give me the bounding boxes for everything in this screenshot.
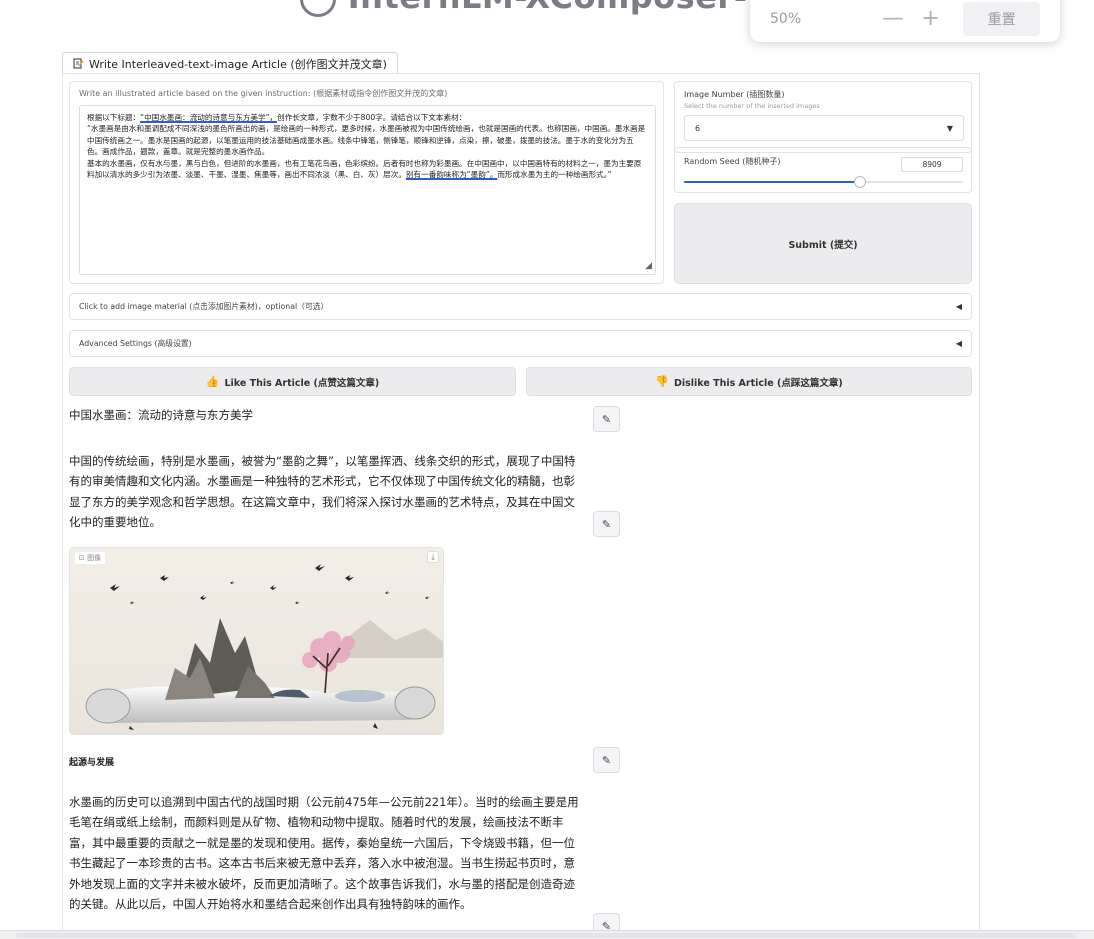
advanced-settings-accordion[interactable]: Advanced Settings (高级设置) ◀ [69,330,972,357]
edit-document-icon [73,58,84,69]
pencil-icon: ✎ [601,412,612,426]
horizontal-scrollbar[interactable] [0,930,1094,939]
like-button[interactable]: 👍 Like This Article (点赞这篇文章) [69,367,516,396]
submit-button[interactable]: Submit (提交) [674,203,972,284]
section-heading: 起源与发展 [69,758,115,768]
like-label: Like This Article (点赞这篇文章) [224,377,380,389]
image-number-value: 6 [695,123,701,133]
zoom-level: 50% [770,11,802,27]
edit-intro-button[interactable]: ✎ [593,511,620,537]
thumbs-down-icon: 👎 [655,375,669,388]
triangle-left-icon: ◀ [955,302,962,311]
instruction-subtitle-highlight: 流动的诗意与东方美学”， [189,113,278,122]
ink-landscape-painting [70,548,443,734]
advanced-settings-label: Advanced Settings (高级设置) [79,339,192,348]
article-image: ⊡ 图像 ⤓ [69,547,444,735]
scrollbar-thumb[interactable] [16,933,1076,938]
pencil-icon: ✎ [601,517,612,531]
image-icon: ⊡ [79,554,85,562]
instruction-body-3: 而形成水墨为主的一种绘画形式。” [497,170,612,180]
article-intro: 中国的传统绘画，特别是水墨画，被誉为“墨韵之舞”，以笔墨挥洒、线条交织的形式，展… [69,454,576,530]
instruction-panel: Write an illustrated article based on th… [69,81,664,284]
dislike-label: Dislike This Article (点踩这篇文章) [673,377,843,389]
random-seed-input[interactable]: 8909 [901,157,963,172]
edit-section-heading-button[interactable]: ✎ [593,747,620,773]
zoom-out-button[interactable]: — [880,6,906,31]
tab-label: Write Interleaved-text-image Article (创作… [89,57,387,71]
pencil-icon: ✎ [601,753,612,767]
edit-title-button[interactable]: ✎ [593,406,620,432]
download-icon[interactable]: ⤓ [427,551,439,563]
dislike-button[interactable]: 👎 Dislike This Article (点踩这篇文章) [526,367,972,396]
image-number-dropdown[interactable]: 6 ▼ [684,115,964,141]
zoom-in-button[interactable]: + [918,6,944,31]
app-title-text: InternLM-XComposer-2 [348,0,770,16]
article-title: 中国水墨画：流动的诗意与东方美学 [69,408,253,422]
random-seed-panel: Random Seed (随机种子) 8909 [674,147,972,193]
instruction-body-2-highlight: 别有一番韵味称为“墨韵”。 [405,170,498,180]
slider-thumb[interactable] [853,176,866,188]
tab-write-article[interactable]: Write Interleaved-text-image Article (创作… [62,52,398,74]
app-title: InternLM-XComposer-2 [0,0,800,17]
instruction-label: Write an illustrated article based on th… [79,89,448,98]
instruction-textarea[interactable]: 根据以下标题：“中国水墨画：流动的诗意与东方美学”，创作长文章，字数不少于800… [79,105,656,275]
instruction-after-title: 创作长文章，字数不少于800字。请结合以下文本素材： [277,113,467,122]
instruction-title-highlight: “中国水墨画： [140,113,190,122]
thumbs-up-icon: 👍 [205,375,220,388]
resize-grip-icon[interactable]: ◢ [645,261,652,272]
image-number-panel: Image Number (插图数量) Select the number of… [674,81,972,153]
triangle-left-icon: ◀ [955,339,962,348]
random-seed-slider[interactable] [684,176,963,188]
image-label: ⊡ 图像 [74,551,107,565]
logo-icon [299,0,336,17]
slider-fill [684,181,860,183]
image-material-label: Click to add image material (点击添加图片素材)，o… [79,302,329,311]
image-number-sublabel: Select the number of the inserted images [684,102,820,110]
section-body: 水墨画的历史可以追溯到中国古代的战国时期（公元前475年—公元前221年）。当时… [69,795,579,912]
zoom-reset-button[interactable]: 重置 [963,2,1040,36]
image-material-accordion[interactable]: Click to add image material (点击添加图片素材)，o… [69,293,972,320]
image-number-label: Image Number (插图数量) [684,90,785,99]
zoom-popup: 50% — + 重置 [750,0,1060,42]
chevron-down-icon: ▼ [946,123,953,133]
instruction-body-1: “水墨画是由水和墨调配成不同深浅的墨色所画出的画，是绘画的一种形式，更多时候，水… [87,124,646,157]
instruction-prefix: 根据以下标题： [87,113,141,122]
image-label-text: 图像 [87,554,102,562]
